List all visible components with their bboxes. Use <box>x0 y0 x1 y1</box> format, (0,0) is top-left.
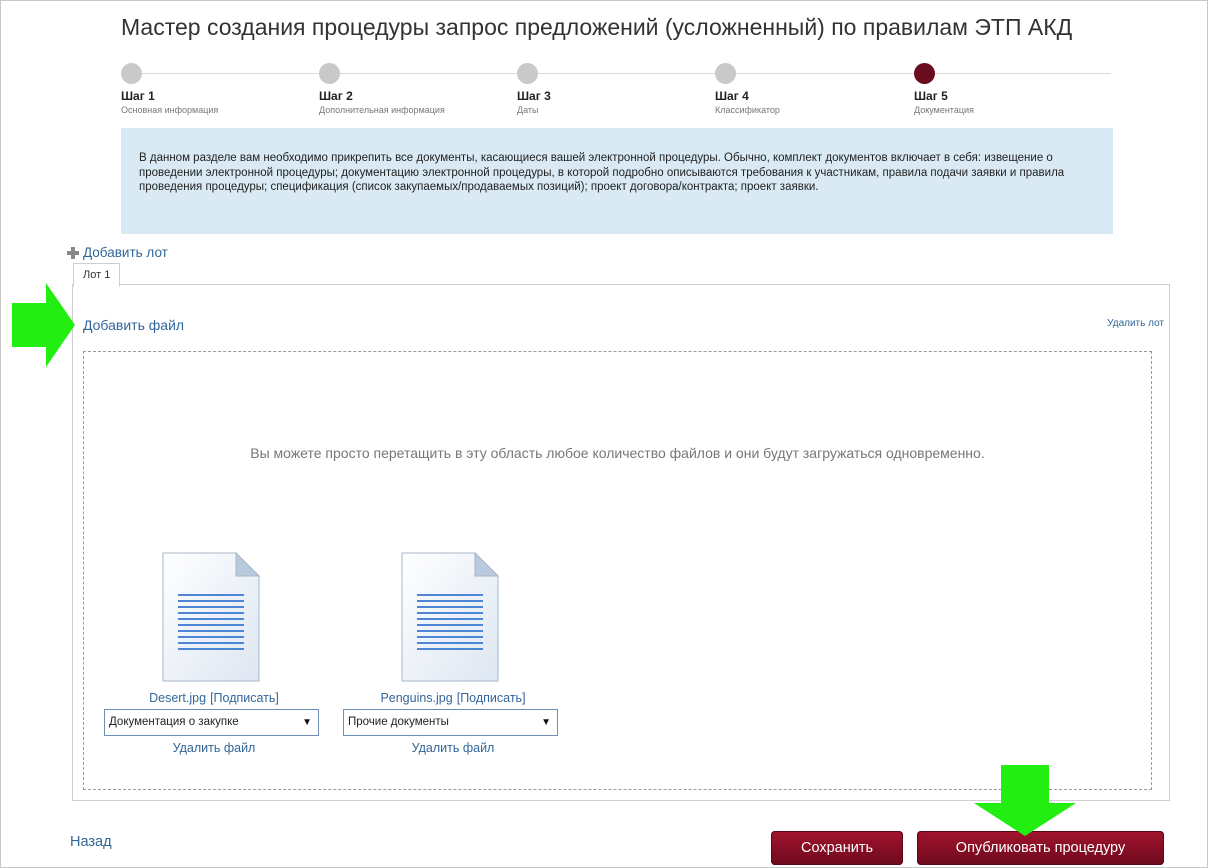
dropdown-arrow-icon: ▼ <box>302 717 312 728</box>
sign-file-link[interactable]: [Подписать] <box>457 691 526 705</box>
file-name-link[interactable]: Penguins.jpg <box>380 691 452 705</box>
step-sublabel: Дополнительная информация <box>319 105 445 115</box>
document-type-value: Документация о закупке <box>109 716 239 728</box>
step-label: Шаг 4 <box>715 89 749 103</box>
dropdown-arrow-icon: ▼ <box>541 717 551 728</box>
step-indicator-dot <box>715 63 736 84</box>
step-label: Шаг 3 <box>517 89 551 103</box>
file-name-row: Penguins.jpg [Подписать] <box>343 691 563 705</box>
step-label: Шаг 2 <box>319 89 353 103</box>
step-sublabel: Даты <box>517 105 539 115</box>
step-sublabel: Документация <box>914 105 974 115</box>
step-label: Шаг 1 <box>121 89 155 103</box>
document-type-select[interactable]: Документация о закупке ▼ <box>104 709 319 736</box>
step-sublabel: Основная информация <box>121 105 219 115</box>
annotation-arrow-right-icon <box>12 283 75 367</box>
delete-file-link[interactable]: Удалить файл <box>104 741 324 755</box>
add-lot-label: Добавить лот <box>83 245 168 260</box>
document-type-value: Прочие документы <box>348 716 449 728</box>
document-type-select[interactable]: Прочие документы ▼ <box>343 709 558 736</box>
info-panel: В данном разделе вам необходимо прикрепи… <box>121 128 1113 234</box>
step-indicator-dot <box>319 63 340 84</box>
add-lot-link[interactable]: Добавить лот <box>67 245 168 260</box>
file-drop-zone[interactable]: Вы можете просто перетащить в эту област… <box>83 351 1152 790</box>
plus-icon <box>67 246 79 259</box>
page-title: Мастер создания процедуры запрос предлож… <box>121 14 1073 40</box>
annotation-arrow-down-icon <box>974 765 1076 836</box>
document-icon[interactable] <box>162 552 260 682</box>
sign-file-link[interactable]: [Подписать] <box>210 691 279 705</box>
save-button[interactable]: Сохранить <box>771 831 903 865</box>
delete-lot-link[interactable]: Удалить лот <box>1107 318 1164 329</box>
step-indicator-dot <box>121 63 142 84</box>
drop-zone-hint: Вы можете просто перетащить в эту област… <box>250 445 985 461</box>
delete-file-link[interactable]: Удалить файл <box>343 741 563 755</box>
file-name-link[interactable]: Desert.jpg <box>149 691 206 705</box>
info-text: В данном разделе вам необходимо прикрепи… <box>139 152 1065 193</box>
tab-lot-1[interactable]: Лот 1 <box>73 263 121 287</box>
step-label: Шаг 5 <box>914 89 948 103</box>
file-name-row: Desert.jpg [Подписать] <box>104 691 324 705</box>
step-indicator-dot <box>517 63 538 84</box>
steps-progress-line <box>130 73 1111 74</box>
document-icon[interactable] <box>401 552 499 682</box>
add-file-link[interactable]: Добавить файл <box>83 317 184 333</box>
back-link[interactable]: Назад <box>70 834 112 850</box>
step-sublabel: Классификатор <box>715 105 780 115</box>
step-indicator-dot-active <box>914 63 935 84</box>
